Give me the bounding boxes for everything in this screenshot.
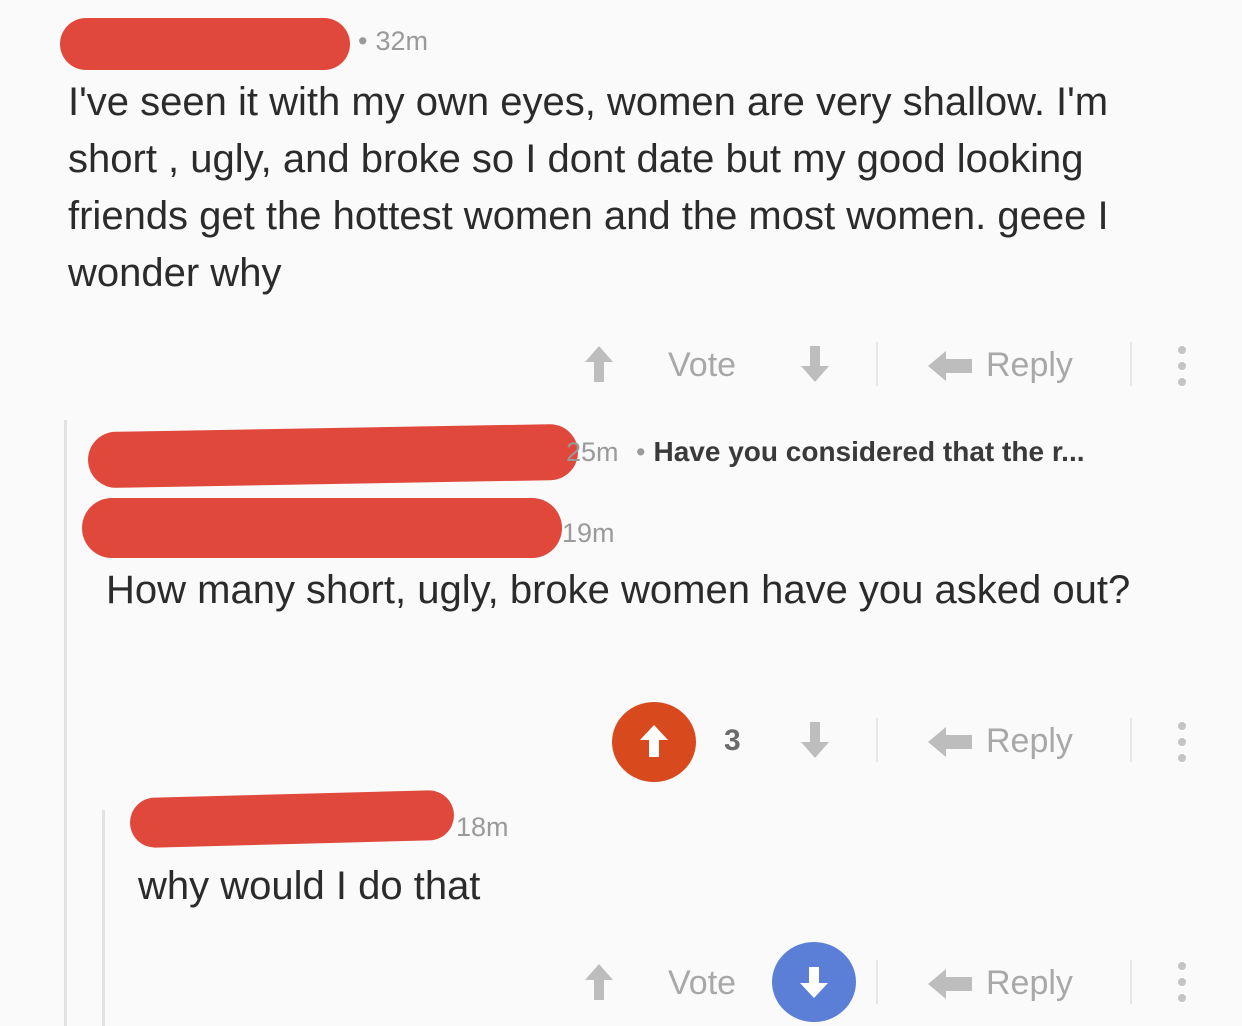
comment-body: How many short, ugly, broke women have y… xyxy=(106,568,1131,612)
comment-time: 32m xyxy=(375,26,428,56)
downvote-button-active[interactable] xyxy=(772,942,856,1022)
reply-button[interactable]: Reply xyxy=(928,722,1073,761)
thread-line-level-2 xyxy=(102,810,105,1026)
redacted-username xyxy=(129,789,455,849)
redacted-username xyxy=(82,498,562,558)
upvote-icon xyxy=(640,725,668,759)
vote-label: Vote xyxy=(668,964,737,1002)
collapsed-comment-snippet[interactable]: Have you considered that the r... xyxy=(654,436,1085,467)
divider xyxy=(876,960,878,1004)
downvote-icon xyxy=(800,344,830,384)
downvote-icon xyxy=(800,965,828,999)
reply-icon xyxy=(928,968,972,999)
reply-label: Reply xyxy=(986,722,1073,760)
divider xyxy=(1130,960,1132,1004)
vote-label: Vote xyxy=(668,346,737,384)
comment-time: 19m xyxy=(562,518,615,548)
reply-button[interactable]: Reply xyxy=(928,964,1073,1003)
divider xyxy=(876,718,878,762)
comment-body: I've seen it with my own eyes, women are… xyxy=(68,80,1109,295)
more-options-icon[interactable] xyxy=(1178,722,1186,762)
upvote-icon xyxy=(584,962,614,1002)
reply-label: Reply xyxy=(986,964,1073,1002)
thread-line-level-1 xyxy=(64,420,67,1026)
vote-score: 3 xyxy=(724,724,741,757)
comment-meta: 25m • Have you considered that the r... xyxy=(566,436,1085,467)
upvote-icon xyxy=(584,344,614,384)
redacted-username xyxy=(87,423,579,489)
downvote-button[interactable] xyxy=(800,720,830,760)
comment-time: 18m xyxy=(456,812,509,842)
comment-time: 25m xyxy=(566,437,619,467)
upvote-button[interactable] xyxy=(584,344,614,384)
reply-button[interactable]: Reply xyxy=(928,346,1073,385)
comment-meta: • 32m xyxy=(358,26,428,56)
downvote-button[interactable] xyxy=(800,344,830,384)
reply-icon xyxy=(928,726,972,757)
reply-label: Reply xyxy=(986,346,1073,384)
more-options-icon[interactable] xyxy=(1178,962,1186,1002)
reply-icon xyxy=(928,350,972,381)
divider xyxy=(1130,342,1132,386)
redacted-username xyxy=(60,18,350,70)
comment-body: why would I do that xyxy=(138,864,481,908)
more-options-icon[interactable] xyxy=(1178,346,1186,386)
upvote-button-active[interactable] xyxy=(612,702,696,782)
divider xyxy=(876,342,878,386)
upvote-button[interactable] xyxy=(584,962,614,1002)
comment-meta: 18m xyxy=(456,812,509,843)
divider xyxy=(1130,718,1132,762)
comment-meta: 19m xyxy=(562,518,615,549)
downvote-icon xyxy=(800,720,830,760)
